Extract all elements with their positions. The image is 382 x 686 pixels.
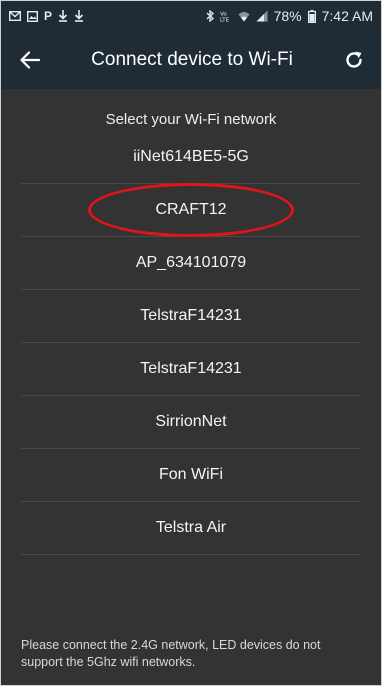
app-bar: Connect device to Wi-Fi — [1, 31, 381, 89]
network-item-selected[interactable]: CRAFT12 — [21, 183, 361, 237]
network-item[interactable]: TelstraF14231 — [21, 343, 361, 396]
download-icon — [58, 10, 68, 22]
back-button[interactable] — [15, 45, 45, 75]
network-name: TelstraF14231 — [140, 360, 242, 377]
mail-icon — [9, 11, 21, 21]
bluetooth-icon — [206, 10, 214, 22]
network-name: SirrionNet — [155, 413, 227, 430]
battery-icon — [307, 9, 316, 23]
network-name: TelstraF14231 — [140, 307, 242, 324]
status-bar: P Vo LTE 78% 7:42 AM — [1, 1, 381, 31]
refresh-icon — [346, 51, 362, 68]
wifi-icon — [238, 11, 250, 22]
network-item[interactable]: AP_634101079 — [21, 237, 361, 290]
compatibility-note: Please connect the 2.4G network, LED dev… — [21, 638, 321, 669]
network-item[interactable]: iiNet614BE5-5G — [21, 131, 361, 184]
svg-text:LTE: LTE — [220, 18, 230, 23]
volte-icon: Vo LTE — [220, 10, 232, 23]
network-list: iiNet614BE5-5G CRAFT12 AP_634101079 Tels… — [1, 131, 381, 555]
network-item[interactable]: SirrionNet — [21, 396, 361, 449]
phone-screen: P Vo LTE 78% 7:42 AM Connect device to W… — [0, 0, 382, 686]
select-network-label: Select your Wi-Fi network — [105, 111, 277, 128]
status-left-icons: P — [9, 10, 84, 22]
network-name: CRAFT12 — [155, 201, 227, 218]
network-name: iiNet614BE5-5G — [133, 148, 249, 165]
network-item[interactable]: Telstra Air — [21, 502, 361, 555]
p-app-icon: P — [44, 9, 53, 23]
battery-percent: 78% — [273, 8, 302, 24]
download-icon — [74, 10, 84, 22]
clock: 7:42 AM — [321, 8, 373, 24]
network-name: AP_634101079 — [135, 254, 247, 271]
network-name: Telstra Air — [155, 519, 227, 536]
signal-icon — [256, 10, 268, 22]
refresh-button[interactable] — [339, 45, 369, 75]
network-item[interactable]: TelstraF14231 — [21, 290, 361, 343]
network-picker: Select your Wi-Fi network iiNet614BE5-5G… — [1, 89, 381, 685]
image-icon — [27, 10, 38, 22]
network-name: Fon WiFi — [159, 466, 223, 483]
status-right-icons: Vo LTE 78% 7:42 AM — [206, 8, 373, 24]
network-item[interactable]: Fon WiFi — [21, 449, 361, 502]
arrow-left-icon — [20, 51, 40, 69]
page-title: Connect device to Wi-Fi — [91, 49, 293, 70]
